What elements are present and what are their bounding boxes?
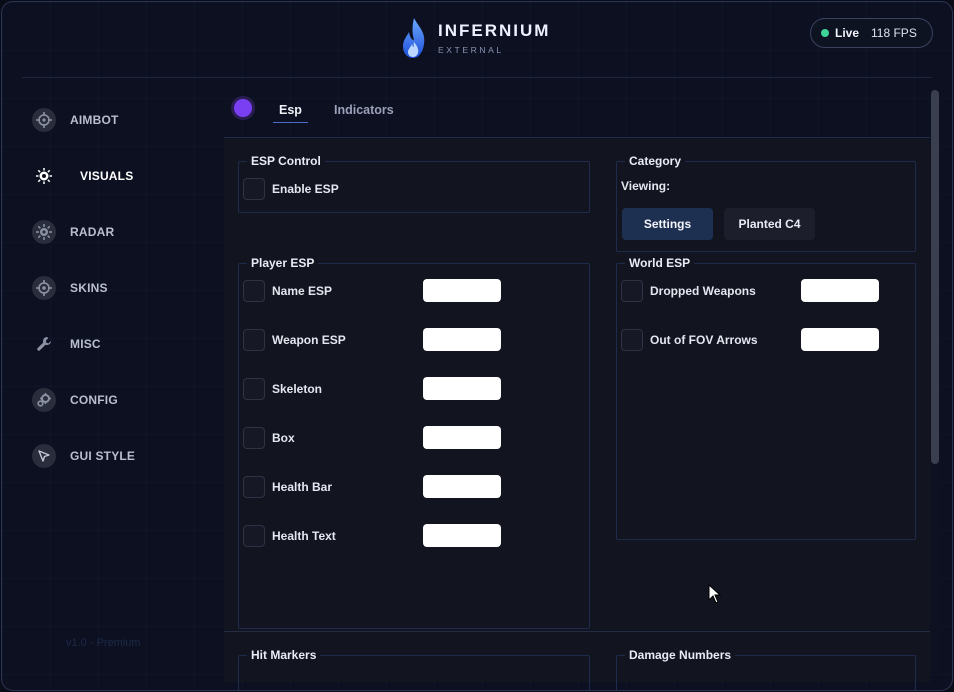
enable-esp-checkbox[interactable] [243,178,265,200]
sidebar-item-visuals[interactable]: VISUALS [32,162,133,190]
name-esp-row: Name ESP [243,279,332,303]
brand-title: INFERNIUM [438,21,551,40]
version-label: v1.0 - Premium [66,637,141,649]
dropped-weapons-checkbox[interactable] [621,280,643,302]
skeleton-checkbox[interactable] [243,378,265,400]
scrollbar-thumb[interactable] [931,90,939,464]
dropped-weapons-color-picker[interactable] [801,279,879,302]
tab-esp[interactable]: Esp [273,103,308,123]
live-indicator-icon [821,29,829,37]
fps-counter: 118 FPS [871,26,917,40]
group-title: Category [625,154,686,168]
health-bar-checkbox[interactable] [243,476,265,498]
health-bar-label: Health Bar [272,480,333,494]
wrench-icon [32,332,56,356]
gears-icon [32,388,56,412]
group-category: Category Viewing: Settings Planted C4 [616,154,916,252]
skeleton-color-picker[interactable] [423,377,501,400]
name-esp-label: Name ESP [272,284,333,298]
box-color-picker[interactable] [423,426,501,449]
enable-esp-row: Enable ESP [243,177,339,201]
compass-icon [32,444,56,468]
dropped-weapons-label: Dropped Weapons [650,284,756,298]
group-title: Hit Markers [247,648,321,662]
tab-indicators[interactable]: Indicators [334,103,394,117]
sidebar-item-config[interactable]: CONFIG [32,386,118,414]
header-divider [22,77,932,78]
group-esp-control: ESP Control Enable ESP [238,154,590,213]
fov-arrows-checkbox[interactable] [621,329,643,351]
name-esp-checkbox[interactable] [243,280,265,302]
enable-esp-label: Enable ESP [272,182,339,196]
health-text-label: Health Text [272,529,336,543]
health-text-row: Health Text [243,524,336,548]
sidebar-item-misc[interactable]: MISC [32,330,101,358]
box-row: Box [243,426,295,450]
group-title: Player ESP [247,256,319,270]
health-text-color-picker[interactable] [423,524,501,547]
planted-c4-button[interactable]: Planted C4 [724,208,815,240]
live-label: Live [835,26,860,40]
section-divider [224,631,930,632]
sidebar-item-radar[interactable]: RADAR [32,218,114,246]
sidebar-item-label: SKINS [70,281,108,295]
health-text-checkbox[interactable] [243,525,265,547]
fov-arrows-row: Out of FOV Arrows [621,328,758,352]
weapon-esp-checkbox[interactable] [243,329,265,351]
group-world-esp: World ESP Dropped Weapons Out of FOV Arr… [616,256,916,540]
box-label: Box [272,431,295,445]
status-pill: Live 118 FPS [810,18,933,48]
sun-eye-icon [32,164,56,188]
group-title: ESP Control [247,154,325,168]
settings-panel: ESP Control Enable ESP Category Viewing:… [224,139,930,690]
health-bar-color-picker[interactable] [423,475,501,498]
weapon-esp-color-picker[interactable] [423,328,501,351]
sidebar-item-skins[interactable]: SKINS [32,274,108,302]
accent-dot-icon [234,99,252,117]
group-hit-markers: Hit Markers [238,648,590,690]
header: INFERNIUM EXTERNAL Live 118 FPS [2,2,952,78]
skeleton-row: Skeleton [243,377,322,401]
sidebar-item-label: RADAR [70,225,115,239]
mouse-cursor-icon [708,584,722,604]
fov-arrows-label: Out of FOV Arrows [650,333,758,347]
brand-subtitle: EXTERNAL [438,45,504,55]
settings-button[interactable]: Settings [622,208,713,240]
group-title: Damage Numbers [625,648,736,662]
scrollbar[interactable] [930,90,940,672]
group-player-esp: Player ESP Name ESP Weapon ESP Skeleton [238,256,590,629]
box-checkbox[interactable] [243,427,265,449]
flame-icon [403,18,425,58]
viewing-label: Viewing: [621,179,671,193]
crosshair-icon [32,108,56,132]
weapon-esp-row: Weapon ESP [243,328,346,352]
main-content: Esp Indicators ESP Control Enable ESP Ca… [224,82,930,690]
radar-icon [32,220,56,244]
sidebar: AIMBOT VISUALS RADAR SKINS MISC CONFIG G… [22,92,202,682]
sidebar-item-label: GUI STYLE [70,449,136,463]
sidebar-item-label: AIMBOT [70,113,119,127]
sidebar-item-label: MISC [70,337,101,351]
sidebar-item-aimbot[interactable]: AIMBOT [32,106,119,134]
sidebar-item-gui-style[interactable]: GUI STYLE [32,442,135,470]
sidebar-item-label: VISUALS [80,169,134,183]
group-damage-numbers: Damage Numbers [616,648,916,690]
weapon-esp-label: Weapon ESP [272,333,346,347]
group-title: World ESP [625,256,695,270]
fov-arrows-color-picker[interactable] [801,328,879,351]
dropped-weapons-row: Dropped Weapons [621,279,756,303]
health-bar-row: Health Bar [243,475,332,499]
skeleton-label: Skeleton [272,382,323,396]
app-window: INFERNIUM EXTERNAL Live 118 FPS AIMBOT V… [1,1,953,691]
sidebar-item-label: CONFIG [70,393,118,407]
tab-bar: Esp Indicators [224,82,930,138]
target-icon [32,276,56,300]
name-esp-color-picker[interactable] [423,279,501,302]
brand-logo: INFERNIUM EXTERNAL [400,16,550,60]
